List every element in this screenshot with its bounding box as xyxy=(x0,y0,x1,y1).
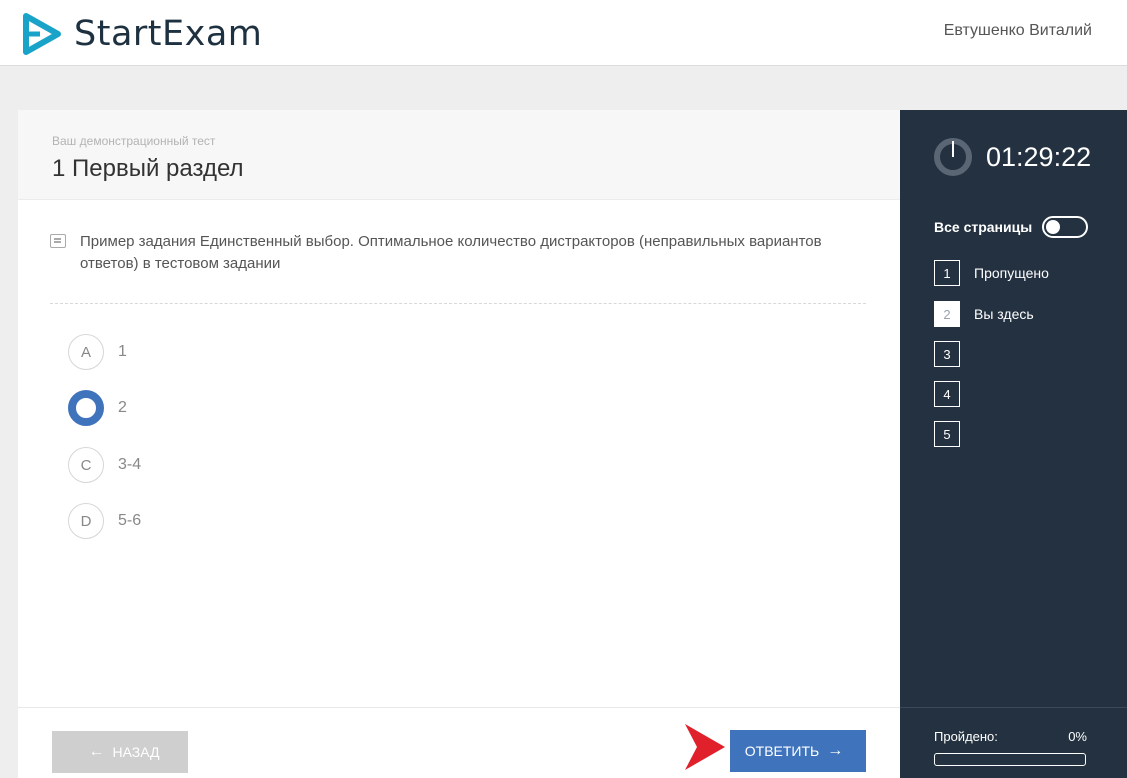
option-radio-a[interactable]: A xyxy=(68,334,104,370)
page-number-3[interactable]: 3 xyxy=(934,341,960,367)
page-status-1: Пропущено xyxy=(974,265,1049,281)
navigation-sidebar: 01:29:22 Все страницы 1 Пропущено 2 Вы з… xyxy=(900,110,1127,778)
back-button-label: НАЗАД xyxy=(112,744,160,760)
top-header: StartExam Евтушенко Виталий xyxy=(0,0,1127,66)
option-radio-d[interactable]: D xyxy=(68,503,104,539)
progress-label: Пройдено: xyxy=(934,729,998,744)
option-label-a: 1 xyxy=(118,343,127,360)
option-radio-b-selected[interactable] xyxy=(68,390,104,426)
document-icon xyxy=(50,234,66,248)
all-pages-toggle[interactable] xyxy=(1042,216,1089,238)
answer-option-d[interactable]: D 5-6 xyxy=(68,503,141,539)
test-name: Ваш демонстрационный тест xyxy=(52,134,216,148)
timer: 01:29:22 xyxy=(934,138,1091,176)
back-button[interactable]: ← НАЗАД xyxy=(52,731,188,773)
logo-text: StartExam xyxy=(74,14,263,54)
all-pages-control: Все страницы xyxy=(934,216,1089,238)
question-block: Пример задания Единственный выбор. Оптим… xyxy=(50,231,870,275)
answer-option-c[interactable]: C 3-4 xyxy=(68,447,141,483)
question-panel: Ваш демонстрационный тест 1 Первый разде… xyxy=(18,110,900,778)
page-number-1[interactable]: 1 xyxy=(934,260,960,286)
page-item-5[interactable]: 5 xyxy=(934,421,960,447)
play-logo-icon xyxy=(23,13,61,55)
user-name[interactable]: Евтушенко Виталий xyxy=(944,22,1092,40)
page-item-3[interactable]: 3 xyxy=(934,341,960,367)
progress-bar xyxy=(934,753,1086,766)
answer-button-label: ОТВЕТИТЬ xyxy=(744,743,820,759)
question-footer: ← НАЗАД ОТВЕТИТЬ → xyxy=(18,707,900,778)
section-header: Ваш демонстрационный тест 1 Первый разде… xyxy=(18,110,900,200)
page-item-2[interactable]: 2 Вы здесь xyxy=(934,301,1034,327)
option-label-d: 5-6 xyxy=(118,512,142,529)
question-divider xyxy=(50,303,866,304)
timer-value: 01:29:22 xyxy=(986,141,1092,172)
page-number-5[interactable]: 5 xyxy=(934,421,960,447)
arrow-left-icon: ← xyxy=(88,743,105,760)
page-item-4[interactable]: 4 xyxy=(934,381,960,407)
timer-clock-icon xyxy=(934,138,972,176)
page-status-2: Вы здесь xyxy=(974,306,1034,322)
answer-button[interactable]: ОТВЕТИТЬ → xyxy=(730,730,866,772)
red-pointer-icon xyxy=(685,724,725,770)
progress-value: 0% xyxy=(1068,729,1087,744)
arrow-right-icon: → xyxy=(827,742,844,759)
option-label-b: 2 xyxy=(118,399,127,416)
progress-section: Пройдено: 0% xyxy=(900,707,1127,778)
page-item-1[interactable]: 1 Пропущено xyxy=(934,260,1049,286)
question-text: Пример задания Единственный выбор. Оптим… xyxy=(80,233,822,272)
option-radio-c[interactable]: C xyxy=(68,447,104,483)
page-number-4[interactable]: 4 xyxy=(934,381,960,407)
all-pages-label: Все страницы xyxy=(934,219,1033,235)
startexam-logo[interactable]: StartExam xyxy=(18,9,262,59)
page-number-2[interactable]: 2 xyxy=(934,301,960,327)
option-label-c: 3-4 xyxy=(118,456,142,473)
answer-option-b[interactable]: 2 xyxy=(68,390,127,426)
section-title: 1 Первый раздел xyxy=(52,155,244,182)
answer-option-a[interactable]: A 1 xyxy=(68,334,127,370)
